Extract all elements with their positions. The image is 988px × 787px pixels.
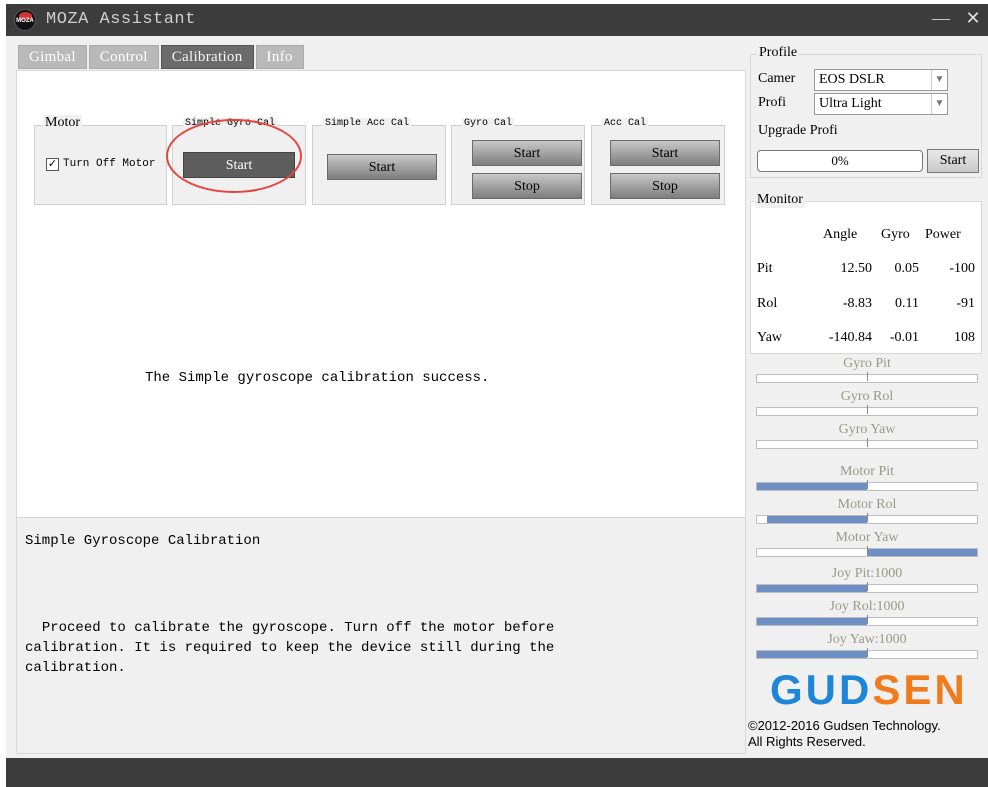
description-body: Proceed to calibrate the gyroscope. Turn… <box>25 620 555 676</box>
chevron-down-icon: ▼ <box>931 70 947 90</box>
joy-pit-bar <box>756 582 978 593</box>
gyro-yaw-bar <box>756 438 978 449</box>
app-body: Gimbal Control Calibration Info Motor ✓ … <box>6 36 988 758</box>
camera-select[interactable]: EOS DSLR ▼ <box>814 69 948 91</box>
motor-pit-bar <box>756 480 978 491</box>
motor-group: Motor ✓ Turn Off Motor <box>34 115 167 205</box>
camera-select-value: EOS DSLR <box>819 72 885 87</box>
gudsen-logo: GUDSEN <box>770 666 968 713</box>
monitor-row-gyro: 0.11 <box>895 296 919 311</box>
monitor-title: Monitor <box>755 192 805 208</box>
acc-cal-group: Acc Cal Start Stop <box>591 118 725 205</box>
joy-rol-label: Joy Rol:1000 <box>829 599 905 614</box>
tab-gimbal[interactable]: Gimbal <box>18 45 87 69</box>
simple-acc-cal-group: Simple Acc Cal Start <box>312 118 446 205</box>
gyro-cal-group: Gyro Cal Start Stop <box>451 118 585 205</box>
chevron-down-icon: ▼ <box>931 94 947 114</box>
calibration-panel: Motor ✓ Turn Off Motor Simple Gyro Cal S… <box>16 70 746 539</box>
monitor-row-angle: -8.83 <box>842 296 872 311</box>
description-title: Simple Gyroscope Calibration <box>25 533 261 549</box>
monitor-header-gyro: Gyro <box>881 227 910 242</box>
motor-yaw-bar <box>756 546 978 557</box>
copyright-line-1: ©2012-2016 Gudsen Technology. <box>748 718 941 733</box>
acc-cal-stop-button[interactable]: Stop <box>610 173 720 199</box>
acc-cal-label: Acc Cal <box>602 118 649 129</box>
gyro-rol-bar <box>756 405 978 416</box>
monitor-row-power: -100 <box>949 261 975 276</box>
profile-select-value: Ultra Light <box>819 96 882 111</box>
turn-off-motor-checkbox[interactable]: ✓ <box>46 158 59 171</box>
camera-label: Camer <box>756 71 798 87</box>
motor-rol-bar <box>756 513 978 524</box>
acc-cal-start-button[interactable]: Start <box>610 140 720 166</box>
tab-calibration[interactable]: Calibration <box>160 45 254 69</box>
copyright-line-2: All Rights Reserved. <box>748 734 866 749</box>
tab-info[interactable]: Info <box>255 45 304 69</box>
upgrade-profile-label: Upgrade Profi <box>756 123 840 139</box>
monitor-row-power: -91 <box>956 296 975 311</box>
monitor-row-power: 108 <box>954 330 975 345</box>
monitor-row-name: Pit <box>757 261 773 276</box>
monitor-row-angle: 12.50 <box>840 261 873 276</box>
motor-yaw-label: Motor Yaw <box>835 530 899 545</box>
monitor-header-angle: Angle <box>823 227 858 242</box>
window-title: MOZA Assistant <box>46 10 196 29</box>
calibration-status-message: The Simple gyroscope calibration success… <box>145 370 490 386</box>
minimize-button[interactable]: — <box>928 6 954 32</box>
moza-logo-icon: MOZA <box>14 9 36 31</box>
gyro-yaw-label: Gyro Yaw <box>838 422 896 437</box>
gyro-rol-label: Gyro Rol <box>840 389 894 404</box>
description-panel: Simple Gyroscope Calibration Proceed to … <box>16 517 746 754</box>
gyro-pit-label: Gyro Pit <box>843 356 891 371</box>
joy-yaw-bar <box>756 648 978 659</box>
monitor-row-gyro: -0.01 <box>889 330 919 345</box>
motor-rol-label: Motor Rol <box>837 497 897 512</box>
gyro-pit-bar <box>756 372 978 383</box>
close-button[interactable]: ✕ <box>960 6 986 32</box>
gyro-cal-start-button[interactable]: Start <box>472 140 582 166</box>
simple-gyro-cal-label: Simple Gyro Cal <box>183 118 278 129</box>
joy-yaw-label: Joy Yaw:1000 <box>827 632 907 647</box>
monitor-row-name: Rol <box>757 296 778 311</box>
monitor-row-name: Yaw <box>757 330 783 345</box>
copyright-text: ©2012-2016 Gudsen Technology. All Rights… <box>748 718 941 750</box>
motor-pit-label: Motor Pit <box>839 464 895 479</box>
monitor-row-angle: -140.84 <box>828 330 872 345</box>
simple-gyro-cal-group: Simple Gyro Cal Start <box>172 118 306 205</box>
monitor-group: Monitor Angle Gyro Power Pit 12.50 0.05 … <box>750 192 982 354</box>
simple-acc-start-button[interactable]: Start <box>327 154 437 180</box>
motor-group-label: Motor <box>43 115 82 131</box>
profile-group-title: Profile <box>757 45 800 61</box>
profile-group: Profile Camer EOS DSLR ▼ Profi Ultra Lig… <box>750 45 982 178</box>
status-bar <box>6 758 988 787</box>
monitor-row-gyro: 0.05 <box>894 261 920 276</box>
upgrade-progress-text: 0% <box>831 153 849 168</box>
monitor-header-power: Power <box>925 227 961 242</box>
joy-rol-bar <box>756 615 978 626</box>
tab-control[interactable]: Control <box>88 45 159 69</box>
simple-acc-cal-label: Simple Acc Cal <box>323 118 412 129</box>
gyro-cal-stop-button[interactable]: Stop <box>472 173 582 199</box>
upgrade-start-button[interactable]: Start <box>927 149 979 173</box>
profile-label: Profi <box>756 95 788 111</box>
gyro-cal-label: Gyro Cal <box>462 118 515 129</box>
simple-gyro-start-button[interactable]: Start <box>183 152 295 178</box>
joy-pit-label: Joy Pit:1000 <box>831 566 903 581</box>
tab-bar: Gimbal Control Calibration Info <box>18 45 306 69</box>
turn-off-motor-label: Turn Off Motor <box>63 158 156 170</box>
upgrade-progress-bar: 0% <box>757 150 923 172</box>
title-bar: MOZA MOZA Assistant — ✕ <box>6 4 988 36</box>
profile-select[interactable]: Ultra Light ▼ <box>814 93 948 115</box>
